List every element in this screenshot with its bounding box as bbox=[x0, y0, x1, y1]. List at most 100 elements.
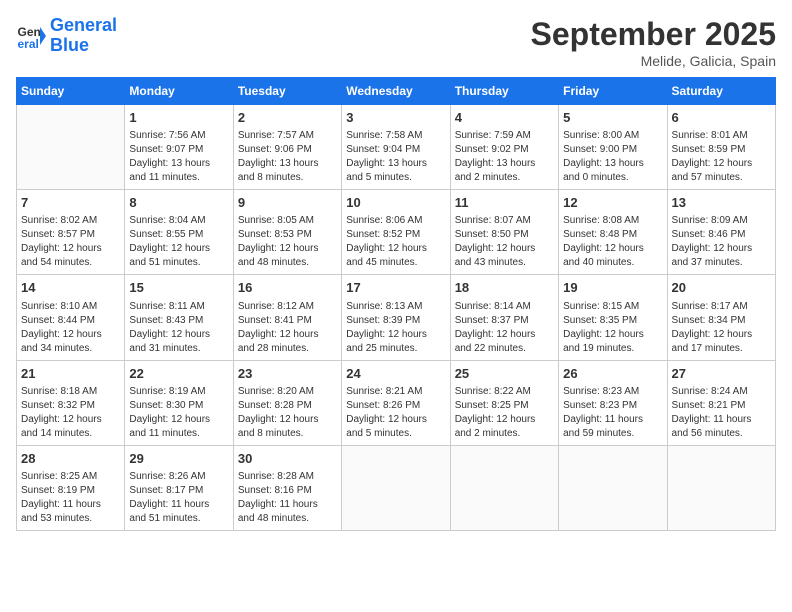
logo-icon: Gen eral bbox=[16, 21, 46, 51]
day-number: 4 bbox=[455, 109, 554, 127]
weekday-header-cell: Thursday bbox=[450, 78, 558, 105]
day-info: Sunrise: 8:01 AM Sunset: 8:59 PM Dayligh… bbox=[672, 129, 771, 185]
calendar-day-cell: 21Sunrise: 8:18 AM Sunset: 8:32 PM Dayli… bbox=[17, 360, 125, 445]
day-info: Sunrise: 8:20 AM Sunset: 8:28 PM Dayligh… bbox=[238, 385, 337, 441]
day-info: Sunrise: 8:09 AM Sunset: 8:46 PM Dayligh… bbox=[672, 214, 771, 270]
weekday-header-cell: Monday bbox=[125, 78, 233, 105]
calendar-day-cell: 10Sunrise: 8:06 AM Sunset: 8:52 PM Dayli… bbox=[342, 190, 450, 275]
weekday-header-cell: Friday bbox=[559, 78, 667, 105]
day-info: Sunrise: 8:00 AM Sunset: 9:00 PM Dayligh… bbox=[563, 129, 662, 185]
weekday-header-cell: Wednesday bbox=[342, 78, 450, 105]
day-number: 15 bbox=[129, 279, 228, 297]
day-number: 20 bbox=[672, 279, 771, 297]
day-number: 5 bbox=[563, 109, 662, 127]
day-number: 14 bbox=[21, 279, 120, 297]
day-info: Sunrise: 8:19 AM Sunset: 8:30 PM Dayligh… bbox=[129, 385, 228, 441]
calendar-body: 1 Sunrise: 7:56 AM Sunset: 9:07 PM Daylig… bbox=[17, 105, 776, 531]
calendar-week-row: 7 Sunrise: 8:02 AM Sunset: 8:57 PM Daylig… bbox=[17, 190, 776, 275]
day-number: 18 bbox=[455, 279, 554, 297]
calendar-week-row: 1 Sunrise: 7:56 AM Sunset: 9:07 PM Daylig… bbox=[17, 105, 776, 190]
calendar-table: SundayMondayTuesdayWednesdayThursdayFrid… bbox=[16, 77, 776, 531]
day-number: 22 bbox=[129, 365, 228, 383]
day-info: Sunrise: 8:11 AM Sunset: 8:43 PM Dayligh… bbox=[129, 300, 228, 356]
calendar-week-row: 28 Sunrise: 8:25 AM Sunset: 8:19 PM Dayli… bbox=[17, 445, 776, 530]
calendar-day-cell: 16Sunrise: 8:12 AM Sunset: 8:41 PM Dayli… bbox=[233, 275, 341, 360]
calendar-day-cell: 11Sunrise: 8:07 AM Sunset: 8:50 PM Dayli… bbox=[450, 190, 558, 275]
calendar-day-cell: 20 Sunrise: 8:17 AM Sunset: 8:34 PM Dayli… bbox=[667, 275, 775, 360]
day-number: 25 bbox=[455, 365, 554, 383]
calendar-day-cell: 17Sunrise: 8:13 AM Sunset: 8:39 PM Dayli… bbox=[342, 275, 450, 360]
calendar-day-cell: 13 Sunrise: 8:09 AM Sunset: 8:46 PM Dayli… bbox=[667, 190, 775, 275]
day-number: 23 bbox=[238, 365, 337, 383]
day-number: 9 bbox=[238, 194, 337, 212]
location-subtitle: Melide, Galicia, Spain bbox=[531, 53, 776, 69]
calendar-day-cell: 30 Sunrise: 8:28 AM Sunset: 8:16 PM Dayli… bbox=[233, 445, 341, 530]
calendar-day-cell bbox=[559, 445, 667, 530]
day-info: Sunrise: 8:25 AM Sunset: 8:19 PM Dayligh… bbox=[21, 470, 120, 526]
calendar-day-cell: 7 Sunrise: 8:02 AM Sunset: 8:57 PM Daylig… bbox=[17, 190, 125, 275]
calendar-day-cell: 2Sunrise: 7:57 AM Sunset: 9:06 PM Daylig… bbox=[233, 105, 341, 190]
day-info: Sunrise: 8:15 AM Sunset: 8:35 PM Dayligh… bbox=[563, 300, 662, 356]
calendar-day-cell bbox=[342, 445, 450, 530]
day-number: 16 bbox=[238, 279, 337, 297]
day-number: 8 bbox=[129, 194, 228, 212]
day-info: Sunrise: 8:24 AM Sunset: 8:21 PM Dayligh… bbox=[672, 385, 771, 441]
day-info: Sunrise: 8:21 AM Sunset: 8:26 PM Dayligh… bbox=[346, 385, 445, 441]
day-info: Sunrise: 7:59 AM Sunset: 9:02 PM Dayligh… bbox=[455, 129, 554, 185]
calendar-day-cell bbox=[450, 445, 558, 530]
day-number: 1 bbox=[129, 109, 228, 127]
weekday-header-cell: Saturday bbox=[667, 78, 775, 105]
calendar-day-cell: 12 Sunrise: 8:08 AM Sunset: 8:48 PM Dayli… bbox=[559, 190, 667, 275]
page-header: Gen eral GeneralBlue September 2025 Meli… bbox=[16, 16, 776, 69]
day-number: 6 bbox=[672, 109, 771, 127]
calendar-day-cell: 9 Sunrise: 8:05 AM Sunset: 8:53 PM Daylig… bbox=[233, 190, 341, 275]
calendar-day-cell: 24 Sunrise: 8:21 AM Sunset: 8:26 PM Dayli… bbox=[342, 360, 450, 445]
calendar-day-cell: 3 Sunrise: 7:58 AM Sunset: 9:04 PM Daylig… bbox=[342, 105, 450, 190]
day-number: 29 bbox=[129, 450, 228, 468]
day-info: Sunrise: 7:58 AM Sunset: 9:04 PM Dayligh… bbox=[346, 129, 445, 185]
day-number: 19 bbox=[563, 279, 662, 297]
weekday-header-cell: Sunday bbox=[17, 78, 125, 105]
day-number: 7 bbox=[21, 194, 120, 212]
day-info: Sunrise: 8:04 AM Sunset: 8:55 PM Dayligh… bbox=[129, 214, 228, 270]
day-info: Sunrise: 8:10 AM Sunset: 8:44 PM Dayligh… bbox=[21, 300, 120, 356]
day-info: Sunrise: 7:57 AM Sunset: 9:06 PM Dayligh… bbox=[238, 129, 337, 185]
calendar-day-cell bbox=[17, 105, 125, 190]
day-number: 27 bbox=[672, 365, 771, 383]
day-number: 12 bbox=[563, 194, 662, 212]
day-info: Sunrise: 8:13 AM Sunset: 8:39 PM Dayligh… bbox=[346, 300, 445, 356]
day-number: 24 bbox=[346, 365, 445, 383]
day-info: Sunrise: 8:23 AM Sunset: 8:23 PM Dayligh… bbox=[563, 385, 662, 441]
calendar-day-cell: 8 Sunrise: 8:04 AM Sunset: 8:55 PM Daylig… bbox=[125, 190, 233, 275]
calendar-day-cell: 6 Sunrise: 8:01 AM Sunset: 8:59 PM Daylig… bbox=[667, 105, 775, 190]
calendar-day-cell: 1 Sunrise: 7:56 AM Sunset: 9:07 PM Daylig… bbox=[125, 105, 233, 190]
day-info: Sunrise: 8:05 AM Sunset: 8:53 PM Dayligh… bbox=[238, 214, 337, 270]
day-number: 13 bbox=[672, 194, 771, 212]
day-number: 26 bbox=[563, 365, 662, 383]
day-number: 30 bbox=[238, 450, 337, 468]
calendar-day-cell: 25Sunrise: 8:22 AM Sunset: 8:25 PM Dayli… bbox=[450, 360, 558, 445]
logo: Gen eral GeneralBlue bbox=[16, 16, 117, 56]
day-number: 28 bbox=[21, 450, 120, 468]
day-number: 3 bbox=[346, 109, 445, 127]
logo-text: GeneralBlue bbox=[50, 16, 117, 56]
day-info: Sunrise: 8:02 AM Sunset: 8:57 PM Dayligh… bbox=[21, 214, 120, 270]
calendar-week-row: 14 Sunrise: 8:10 AM Sunset: 8:44 PM Dayli… bbox=[17, 275, 776, 360]
calendar-day-cell: 14 Sunrise: 8:10 AM Sunset: 8:44 PM Dayli… bbox=[17, 275, 125, 360]
calendar-day-cell: 5 Sunrise: 8:00 AM Sunset: 9:00 PM Daylig… bbox=[559, 105, 667, 190]
calendar-day-cell: 23 Sunrise: 8:20 AM Sunset: 8:28 PM Dayli… bbox=[233, 360, 341, 445]
month-title: September 2025 bbox=[531, 16, 776, 53]
svg-text:eral: eral bbox=[18, 37, 39, 51]
day-info: Sunrise: 8:08 AM Sunset: 8:48 PM Dayligh… bbox=[563, 214, 662, 270]
day-info: Sunrise: 8:17 AM Sunset: 8:34 PM Dayligh… bbox=[672, 300, 771, 356]
day-info: Sunrise: 8:28 AM Sunset: 8:16 PM Dayligh… bbox=[238, 470, 337, 526]
day-number: 21 bbox=[21, 365, 120, 383]
calendar-day-cell: 19 Sunrise: 8:15 AM Sunset: 8:35 PM Dayli… bbox=[559, 275, 667, 360]
calendar-day-cell bbox=[667, 445, 775, 530]
calendar-day-cell: 29 Sunrise: 8:26 AM Sunset: 8:17 PM Dayli… bbox=[125, 445, 233, 530]
day-info: Sunrise: 8:26 AM Sunset: 8:17 PM Dayligh… bbox=[129, 470, 228, 526]
day-info: Sunrise: 7:56 AM Sunset: 9:07 PM Dayligh… bbox=[129, 129, 228, 185]
day-info: Sunrise: 8:06 AM Sunset: 8:52 PM Dayligh… bbox=[346, 214, 445, 270]
calendar-day-cell: 18Sunrise: 8:14 AM Sunset: 8:37 PM Dayli… bbox=[450, 275, 558, 360]
day-number: 11 bbox=[455, 194, 554, 212]
